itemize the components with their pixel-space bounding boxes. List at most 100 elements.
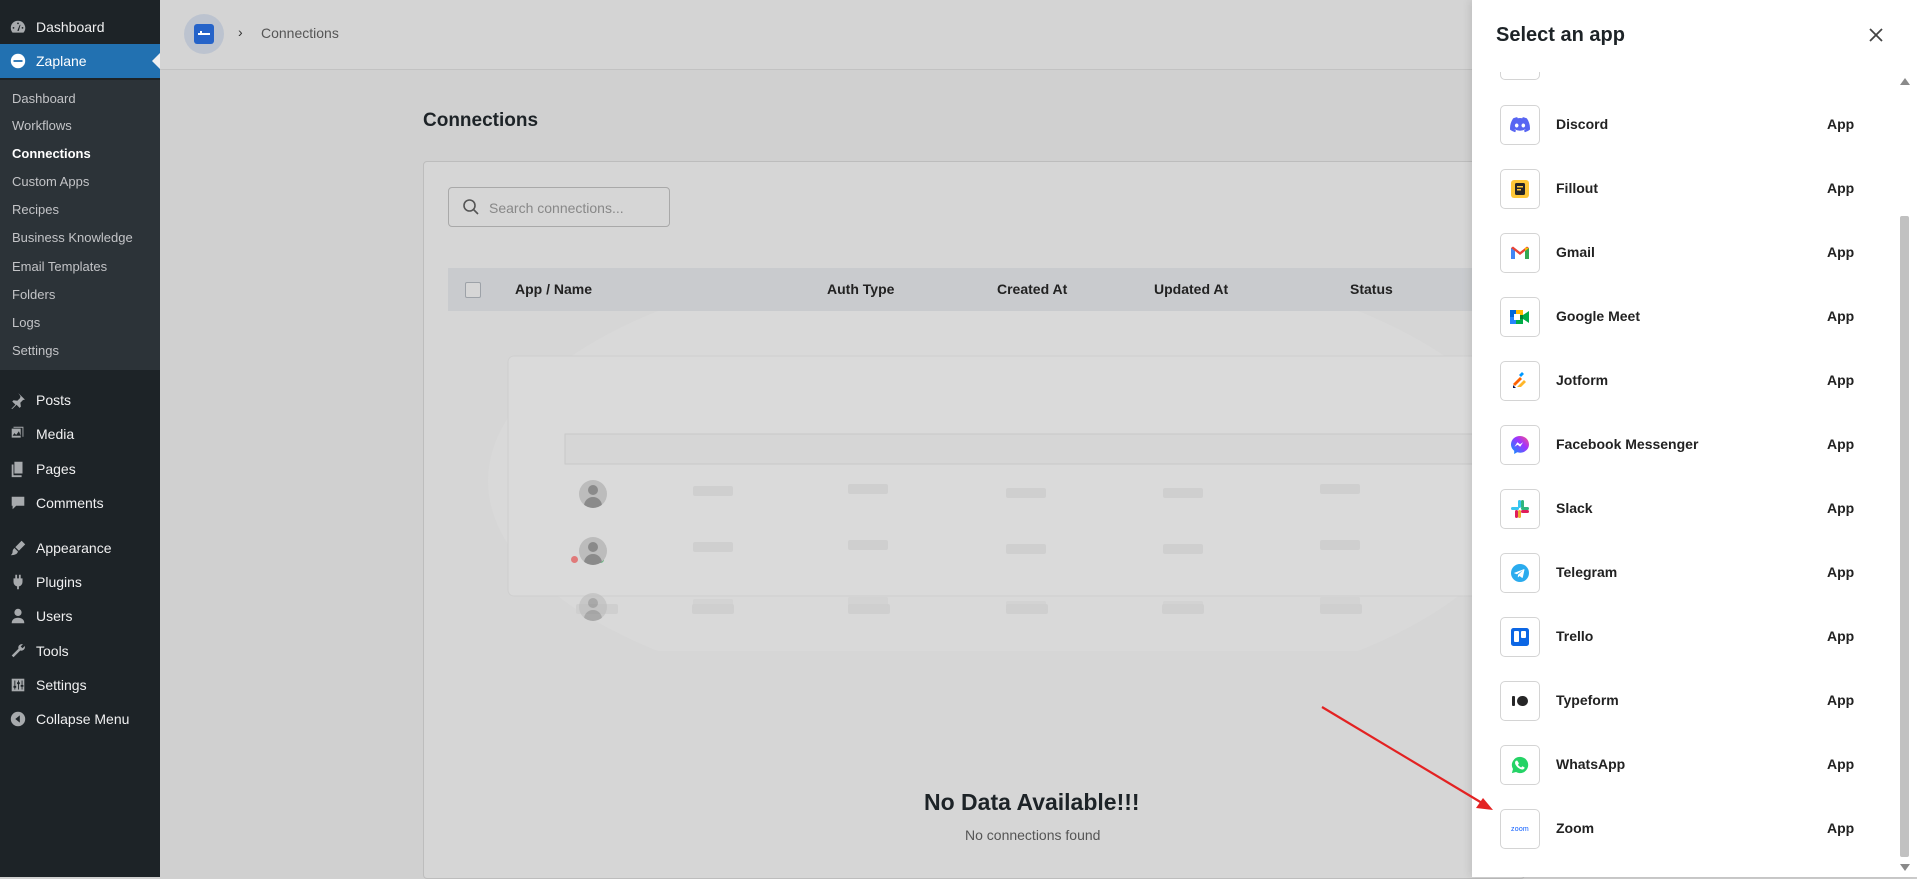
page-title: Connections [423, 110, 539, 131]
submenu-email-templates[interactable]: Email Templates [12, 259, 107, 274]
app-row-gmail[interactable]: Gmail App [1500, 233, 1860, 273]
placeholder-bar [848, 597, 888, 607]
column-status[interactable]: Status [1350, 281, 1393, 297]
app-row-zoom[interactable]: zoom Zoom App [1500, 809, 1860, 849]
app-name-whatsapp: WhatsApp [1556, 756, 1626, 772]
app-icon-partial [1500, 72, 1540, 80]
collapse-icon [9, 710, 27, 728]
gmail-icon [1500, 233, 1540, 273]
column-created-at[interactable]: Created At [997, 281, 1067, 297]
app-name-google-meet: Google Meet [1556, 308, 1641, 324]
wp-menu-zaplane[interactable]: Zaplane [0, 44, 160, 78]
app-row-facebook-messenger[interactable]: Facebook Messenger App [1500, 425, 1860, 465]
wp-menu-users[interactable]: Users [0, 599, 160, 633]
zaplane-logo[interactable] [184, 14, 224, 54]
wp-menu-posts-label: Posts [36, 392, 72, 408]
submenu-connections[interactable]: Connections [12, 146, 91, 161]
app-row-typeform[interactable]: Typeform App [1500, 681, 1860, 721]
user-icon [9, 607, 27, 625]
search-box [448, 187, 670, 227]
submenu-logs[interactable]: Logs [12, 315, 40, 330]
telegram-icon [1500, 553, 1540, 593]
submenu-custom-apps[interactable]: Custom Apps [12, 174, 89, 189]
placeholder-avatar [579, 537, 607, 565]
drawer-title: Select an app [1496, 24, 1625, 46]
connections-card: App / Name Auth Type Created At Updated … [423, 161, 1525, 879]
app-name-slack: Slack [1556, 500, 1593, 516]
app-row-trello[interactable]: Trello App [1500, 617, 1860, 657]
app-row-slack[interactable]: Slack App [1500, 489, 1860, 529]
wp-menu-pages[interactable]: Pages [0, 452, 160, 486]
column-updated-at[interactable]: Updated At [1154, 281, 1228, 297]
wrench-icon [9, 642, 27, 660]
submenu-workflows[interactable]: Workflows [12, 118, 72, 133]
placeholder-bar [1163, 488, 1203, 498]
wp-menu-dashboard[interactable]: Dashboard [0, 10, 160, 44]
app-row-partial[interactable] [1500, 72, 1860, 80]
app-type-typeform: App [1827, 692, 1855, 708]
wp-admin-sidebar: Dashboard Zaplane Dashboard Workflows Co… [0, 0, 160, 877]
app-row-whatsapp[interactable]: WhatsApp App [1500, 745, 1860, 785]
app-row-jotform[interactable]: Jotform App [1500, 361, 1860, 401]
wp-menu-comments-label: Comments [36, 495, 104, 511]
jotform-icon [1500, 361, 1540, 401]
app-type-trello: App [1827, 628, 1855, 644]
app-type-telegram: App [1827, 564, 1855, 580]
app-row-discord[interactable]: Discord App [1500, 105, 1860, 145]
app-name-telegram: Telegram [1556, 564, 1618, 580]
placeholder-bar [1320, 540, 1360, 550]
plugin-icon [9, 573, 27, 591]
pushpin-icon [9, 391, 27, 409]
app-row-fillout[interactable]: Fillout App [1500, 169, 1860, 209]
wp-menu-comments[interactable]: Comments [0, 486, 160, 520]
submenu-recipes[interactable]: Recipes [12, 202, 59, 217]
messenger-icon [1500, 425, 1540, 465]
slack-icon [1500, 489, 1540, 529]
app-type-gmail: App [1827, 244, 1855, 260]
column-auth-type[interactable]: Auth Type [827, 281, 894, 297]
submenu-dashboard[interactable]: Dashboard [12, 91, 76, 106]
wp-menu-tools[interactable]: Tools [0, 634, 160, 668]
wp-menu-appearance[interactable]: Appearance [0, 531, 160, 565]
app-name-facebook-messenger: Facebook Messenger [1556, 436, 1699, 452]
placeholder-bar [1320, 484, 1360, 494]
wp-menu-tools-label: Tools [36, 643, 69, 659]
column-app-name[interactable]: App / Name [515, 281, 592, 297]
app-type-slack: App [1827, 500, 1855, 516]
app-row-telegram[interactable]: Telegram App [1500, 553, 1860, 593]
wp-menu-media[interactable]: Media [0, 417, 160, 451]
zaplane-icon [9, 52, 27, 70]
chevron-right-icon: › [238, 24, 243, 40]
submenu-settings[interactable]: Settings [12, 343, 59, 358]
submenu-business-knowledge[interactable]: Business Knowledge [12, 230, 133, 245]
select-all-checkbox[interactable] [465, 282, 481, 298]
drawer-scrollbar[interactable] [1892, 72, 1917, 877]
paintbrush-icon [9, 539, 27, 557]
pages-icon [9, 460, 27, 478]
app-type-google-meet: App [1827, 308, 1855, 324]
wp-menu-plugins[interactable]: Plugins [0, 565, 160, 599]
scroll-up-arrow-icon[interactable] [1900, 78, 1910, 85]
wp-menu-pages-label: Pages [36, 461, 76, 477]
search-input[interactable] [487, 197, 661, 219]
wp-menu-appearance-label: Appearance [36, 540, 112, 556]
submenu-folders[interactable]: Folders [12, 287, 55, 302]
wp-menu-collapse[interactable]: Collapse Menu [0, 702, 160, 736]
placeholder-bar [693, 486, 733, 496]
close-icon[interactable] [1865, 24, 1887, 46]
placeholder-bar [1320, 597, 1360, 607]
scroll-down-arrow-icon[interactable] [1900, 864, 1910, 871]
app-row-google-meet[interactable]: Google Meet App [1500, 297, 1860, 337]
app-name-gmail: Gmail [1556, 244, 1595, 260]
settings-sliders-icon [9, 676, 27, 694]
comment-icon [9, 494, 27, 512]
wp-menu-collapse-label: Collapse Menu [36, 711, 130, 727]
wp-menu-settings[interactable]: Settings [0, 668, 160, 702]
placeholder-bar [1006, 601, 1046, 611]
app-name-zoom: Zoom [1556, 820, 1595, 836]
scroll-thumb[interactable] [1900, 216, 1909, 857]
wp-menu-posts[interactable]: Posts [0, 383, 160, 417]
placeholder-bar [1163, 601, 1203, 611]
app-type-fillout: App [1827, 180, 1855, 196]
app-type-zoom: App [1827, 820, 1855, 836]
